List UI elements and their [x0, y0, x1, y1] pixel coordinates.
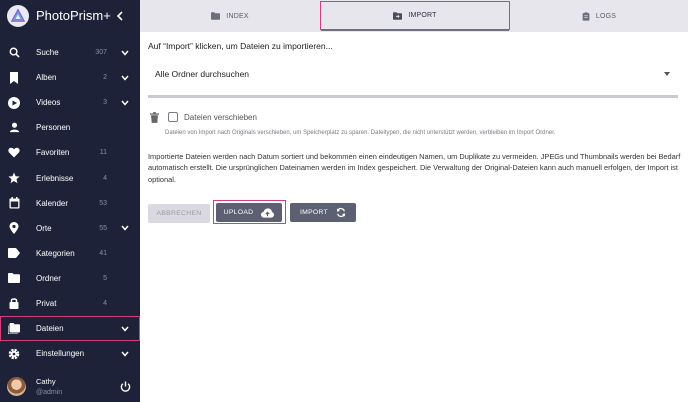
sidebar-item-count: 5: [103, 274, 107, 282]
move-files-option: Dateien verschieben: [149, 111, 257, 123]
sidebar-item-ordner[interactable]: Ordner 5: [0, 266, 140, 291]
map-pin-icon: [8, 222, 20, 235]
sidebar-item-label: Orte: [36, 223, 52, 233]
chevron-down-icon[interactable]: [121, 99, 129, 107]
cloud-upload-icon: [261, 207, 275, 218]
sidebar-item-count: 4: [103, 299, 107, 307]
sidebar-item-label: Ordner: [36, 273, 61, 283]
collapse-sidebar-icon[interactable]: [114, 9, 124, 23]
abort-button[interactable]: ABBRECHEN: [148, 204, 210, 223]
photoprism-logo[interactable]: [7, 4, 29, 27]
star-icon: [8, 172, 20, 184]
import-progress-fill: [148, 95, 678, 98]
clipboard-icon: [582, 11, 590, 21]
chevron-down-icon[interactable]: [121, 74, 129, 82]
calendar-icon: [8, 197, 20, 209]
sidebar-item-label: Erlebnisse: [36, 173, 74, 183]
person-icon: [8, 122, 20, 134]
folder-select[interactable]: Alle Ordner durchsuchen: [148, 60, 680, 88]
sidebar-item-label: Alben: [36, 73, 57, 83]
sidebar-item-privat[interactable]: Privat 4: [0, 291, 140, 316]
sidebar-item-orte[interactable]: Orte 55: [0, 216, 140, 241]
lock-icon: [8, 297, 20, 310]
move-files-label[interactable]: Dateien verschieben: [184, 113, 257, 122]
sidebar-item-kalender[interactable]: Kalender 53: [0, 191, 140, 216]
chevron-down-icon[interactable]: [121, 350, 129, 358]
sidebar-item-label: Videos: [36, 98, 61, 108]
main-content: INDEX IMPORT LOGS Auf “Import” klicken, …: [140, 0, 688, 402]
active-tab-indicator: [321, 29, 509, 31]
sidebar-item-einstellungen[interactable]: Einstellungen: [0, 341, 140, 366]
tab-index[interactable]: INDEX: [140, 0, 320, 32]
import-button[interactable]: IMPORT: [290, 203, 356, 222]
play-circle-icon: [8, 96, 20, 109]
gear-icon: [8, 348, 20, 360]
sidebar-item-dateien[interactable]: Dateien: [0, 316, 140, 342]
sidebar-item-count: 2: [103, 74, 107, 82]
caret-down-icon: [664, 72, 670, 76]
app-title: PhotoPrism+: [36, 8, 111, 23]
sidebar-item-count: 55: [99, 224, 107, 232]
sidebar: PhotoPrism+ Suche 307 Alben 2 Videos 3 P…: [0, 0, 140, 402]
trash-icon: [149, 111, 159, 123]
tab-label: INDEX: [226, 12, 249, 20]
file-folder-icon: [8, 323, 20, 335]
sidebar-item-label: Einstellungen: [36, 349, 85, 359]
sidebar-item-count: 11: [99, 149, 107, 157]
folder-import-icon: [393, 11, 403, 20]
sidebar-item-count: 41: [99, 249, 107, 257]
search-icon: [8, 47, 20, 59]
import-button-label: IMPORT: [299, 209, 329, 216]
chevron-down-icon[interactable]: [121, 49, 129, 57]
import-progress-bar: [148, 95, 678, 98]
sidebar-item-personen[interactable]: Personen: [0, 115, 140, 140]
import-heading: Auf “Import” klicken, um Dateien zu impo…: [148, 41, 333, 51]
folder-icon: [8, 272, 20, 284]
sidebar-item-favoriten[interactable]: Favoriten 11: [0, 140, 140, 165]
sidebar-item-label: Kalender: [36, 198, 69, 208]
abort-button-label: ABBRECHEN: [156, 210, 202, 217]
upload-button-label: UPLOAD: [223, 209, 254, 216]
sidebar-item-count: 3: [103, 99, 107, 107]
sidebar-item-suche[interactable]: Suche 307: [0, 40, 140, 65]
chevron-down-icon[interactable]: [121, 224, 129, 232]
tab-logs[interactable]: LOGS: [510, 0, 688, 32]
sidebar-item-alben[interactable]: Alben 2: [0, 65, 140, 90]
folder-icon: [211, 12, 221, 20]
heart-icon: [8, 147, 20, 159]
sidebar-item-kategorien[interactable]: Kategorien 41: [0, 241, 140, 266]
brand: PhotoPrism+: [0, 0, 140, 31]
sidebar-item-count: 53: [99, 199, 107, 207]
label-icon: [8, 247, 20, 259]
avatar[interactable]: [7, 376, 26, 396]
sidebar-item-videos[interactable]: Videos 3: [0, 90, 140, 115]
sidebar-item-label: Favoriten: [36, 148, 70, 158]
folder-select-value: Alle Ordner durchsuchen: [155, 69, 250, 79]
power-icon[interactable]: [119, 380, 131, 392]
upload-button[interactable]: UPLOAD: [216, 203, 282, 222]
sync-icon: [337, 207, 346, 218]
user-panel[interactable]: Cathy @admin: [0, 372, 140, 400]
tab-label: IMPORT: [408, 12, 437, 19]
sidebar-item-count: 307: [95, 49, 107, 57]
chevron-down-icon[interactable]: [121, 325, 129, 333]
move-files-hint: Dateien von Import nach Originals versch…: [165, 130, 556, 136]
bookmark-icon: [8, 71, 20, 84]
sidebar-item-label: Privat: [36, 298, 57, 308]
tab-import[interactable]: IMPORT: [320, 1, 510, 31]
sidebar-item-erlebnisse[interactable]: Erlebnisse 4: [0, 165, 140, 190]
user-info: Cathy @admin: [36, 377, 62, 396]
user-name: Cathy: [36, 376, 56, 386]
move-files-checkbox[interactable]: [168, 112, 178, 122]
sidebar-item-label: Suche: [36, 48, 59, 58]
tab-label: LOGS: [595, 12, 617, 20]
sidebar-item-label: Dateien: [36, 324, 64, 334]
sidebar-item-count: 4: [103, 174, 107, 182]
sidebar-item-label: Kategorien: [36, 248, 75, 258]
sidebar-item-label: Personen: [36, 123, 71, 133]
user-handle: @admin: [36, 388, 63, 396]
tab-bar: INDEX IMPORT LOGS: [140, 0, 688, 32]
sidebar-nav: Suche 307 Alben 2 Videos 3 Personen Favo…: [0, 40, 140, 366]
import-description: Importierte Dateien werden nach Datum so…: [148, 152, 681, 184]
